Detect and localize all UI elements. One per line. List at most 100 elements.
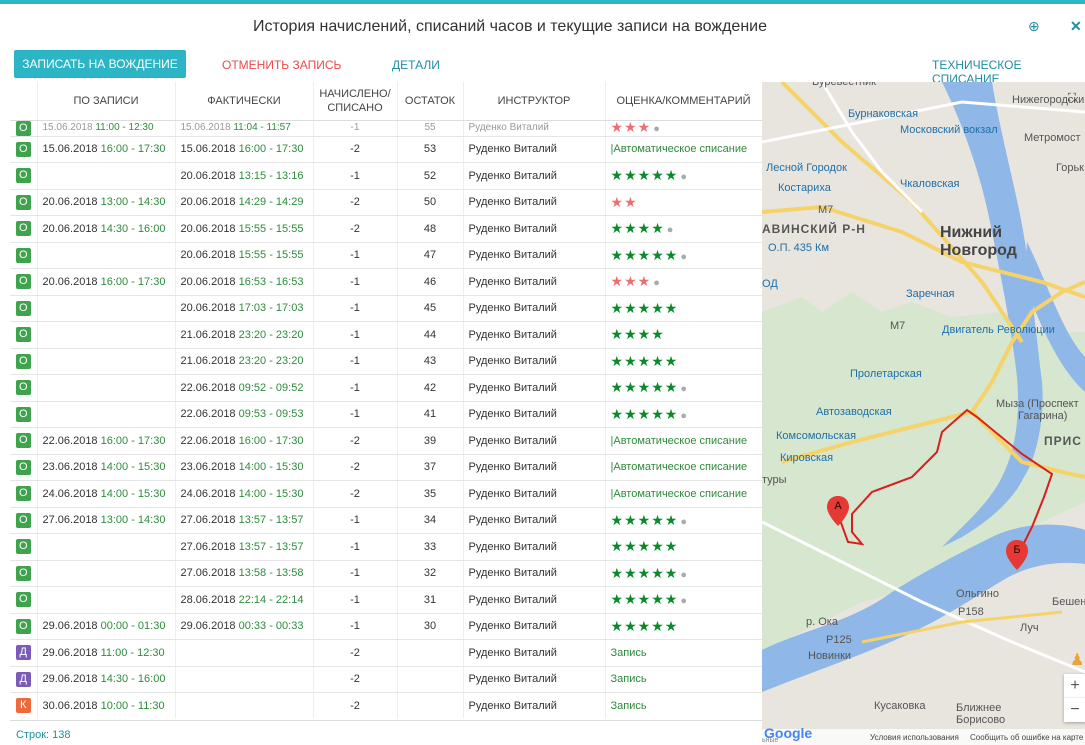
route-map[interactable]: Буревестник Нижегородский Бурнаковская Моск…	[762, 82, 1085, 745]
table-row[interactable]: О 20.06.2018 13:00 - 14:30 20.06.2018 14:2…	[10, 189, 762, 216]
zoom-out-button[interactable]: −	[1064, 698, 1085, 722]
table-row[interactable]: О 29.06.2018 00:00 - 01:30 29.06.2018 00:3…	[10, 613, 762, 640]
rating-comment-cell[interactable]: ★★★★★ ●	[605, 507, 762, 534]
history-table-container[interactable]: ПО ЗАПИСИ ФАКТИЧЕСКИ НАЧИСЛЕНО/ СПИСАНО ОСТ…	[10, 82, 762, 718]
time-range: 16:00 - 17:30	[100, 143, 166, 156]
status-cell: О	[10, 268, 38, 296]
rating-comment-cell[interactable]: |Автоматическое списание	[605, 136, 762, 163]
table-row[interactable]: О 28.06.2018 22:14 - 22:14 -1 31 Руденко Ви…	[10, 586, 762, 614]
comment-bubble-icon[interactable]: ●	[667, 224, 674, 236]
table-row[interactable]: К 30.06.2018 10:00 - 11:30 -2 Руденко Вита…	[10, 692, 762, 718]
instructor-cell: Руденко Виталий	[463, 427, 606, 455]
table-row[interactable]: О 15.06.2018 16:00 - 17:30 15.06.2018 16:0…	[10, 136, 762, 163]
rating-comment-cell[interactable]: ★★★★★	[605, 613, 762, 640]
actual-cell: 20.06.2018 17:03 - 17:03	[175, 295, 314, 322]
comment-bubble-icon[interactable]: ●	[680, 171, 687, 183]
table-row[interactable]: О 27.06.2018 13:57 - 13:57 -1 33 Руденко Ви…	[10, 533, 762, 561]
star-icon: ★	[651, 299, 665, 316]
rating-comment-cell[interactable]: |Автоматическое списание	[605, 427, 762, 455]
marker-b-icon[interactable]: Б	[1006, 540, 1028, 570]
rating-comment-cell[interactable]: ★★★ ●	[605, 268, 762, 296]
rating-comment-cell[interactable]: Запись	[605, 692, 762, 718]
date-text: 21.06.2018	[180, 355, 236, 368]
table-row[interactable]: Д 29.06.2018 11:00 - 12:30 -2 Руденко Вита…	[10, 639, 762, 667]
balance-cell: 46	[397, 268, 464, 296]
rating-comment-cell[interactable]: ★★★★★ ●	[605, 401, 762, 428]
table-row[interactable]: О 21.06.2018 23:20 - 23:20 -1 44 Руденко Ви…	[10, 321, 762, 349]
table-row[interactable]: О 21.06.2018 23:20 - 23:20 -1 43 Руденко Ви…	[10, 348, 762, 375]
rating-comment-cell[interactable]: ★★★★★ ●	[605, 560, 762, 587]
map-type-label[interactable]: ьные	[762, 737, 778, 744]
comment-bubble-icon[interactable]: ●	[680, 569, 687, 581]
rating-comment-cell[interactable]: ★★★★★ ●	[605, 242, 762, 269]
table-row[interactable]: О 20.06.2018 14:30 - 16:00 20.06.2018 15:5…	[10, 215, 762, 243]
rating-comment-cell[interactable]: |Автоматическое списание	[605, 454, 762, 481]
rating-comment-cell[interactable]: ★★★★★	[605, 533, 762, 561]
actual-cell: 20.06.2018 16:53 - 16:53	[175, 268, 314, 296]
table-row[interactable]: О 20.06.2018 15:55 - 15:55 -1 47 Руденко Ви…	[10, 242, 762, 269]
balance-cell: 42	[397, 374, 464, 402]
download-icon[interactable]: ⊕	[1028, 18, 1040, 35]
rating-comment-cell[interactable]: Запись	[605, 666, 762, 693]
map-label: Гагарина)	[1018, 410, 1068, 422]
rating-comment-cell[interactable]: ★★	[605, 189, 762, 216]
comment-bubble-icon[interactable]: ●	[680, 410, 687, 422]
comment-bubble-icon[interactable]: ●	[680, 516, 687, 528]
comment-bubble-icon[interactable]: ●	[653, 123, 660, 135]
column-header[interactable]: ПО ЗАПИСИ	[37, 82, 176, 121]
pegman-icon[interactable]: ♟	[1070, 650, 1084, 670]
zoom-in-button[interactable]: +	[1064, 674, 1085, 698]
comment-bubble-icon[interactable]: ●	[680, 595, 687, 607]
rating-comment-cell[interactable]: ★★★★★ ●	[605, 374, 762, 402]
fullscreen-icon[interactable]: ⛶	[1068, 92, 1076, 105]
rating-comment-cell[interactable]: ★★★★★	[605, 295, 762, 322]
column-header[interactable]: НАЧИСЛЕНО/ СПИСАНО	[313, 82, 398, 121]
column-header[interactable]: ОЦЕНКА/КОММЕНТАРИЙ	[605, 82, 762, 121]
report-error-link[interactable]: Сообщить об ошибке на карте	[970, 733, 1083, 742]
table-row[interactable]: О 27.06.2018 13:58 - 13:58 -1 32 Руденко Ви…	[10, 560, 762, 587]
details-link[interactable]: ДЕТАЛИ	[392, 58, 440, 72]
actual-cell: 22.06.2018 16:00 - 17:30	[175, 427, 314, 455]
column-header[interactable]: ИНСТРУКТОР	[463, 82, 606, 121]
time-range: 13:58 - 13:58	[238, 567, 304, 580]
status-badge: О	[15, 486, 31, 502]
rating-comment-cell[interactable]: ★★★ ●	[605, 120, 762, 137]
table-row[interactable]: О 20.06.2018 17:03 - 17:03 -1 45 Руденко Ви…	[10, 295, 762, 322]
table-row[interactable]: О 22.06.2018 09:52 - 09:52 -1 42 Руденко Ви…	[10, 374, 762, 402]
comment-bubble-icon[interactable]: ●	[680, 251, 687, 263]
table-row[interactable]: О 22.06.2018 09:53 - 09:53 -1 41 Руденко Ви…	[10, 401, 762, 428]
table-row[interactable]: О 20.06.2018 13:15 - 13:16 -1 52 Руденко Ви…	[10, 162, 762, 190]
table-row[interactable]: О 24.06.2018 14:00 - 15:30 24.06.2018 14:0…	[10, 480, 762, 508]
rating-comment-cell[interactable]: ★★★★★ ●	[605, 586, 762, 614]
table-row[interactable]: О 20.06.2018 16:00 - 17:30 20.06.2018 16:5…	[10, 268, 762, 296]
comment-bubble-icon[interactable]: ●	[653, 277, 660, 289]
status-badge: О	[15, 406, 31, 422]
column-header[interactable]: ФАКТИЧЕСКИ	[175, 82, 314, 121]
marker-a-icon[interactable]: А	[827, 496, 849, 526]
rating-comment-cell[interactable]: Запись	[605, 639, 762, 667]
table-row[interactable]: О 27.06.2018 13:00 - 14:30 27.06.2018 13:5…	[10, 507, 762, 534]
star-icon: ★	[664, 617, 679, 634]
rating-comment-cell[interactable]: ★★★★ ●	[605, 215, 762, 243]
table-row[interactable]: О 15.06.2018 11:00 - 12:30 15.06.2018 11:0…	[10, 120, 762, 137]
date-text: 29.06.2018	[42, 673, 98, 686]
map-label: р. Ока	[806, 616, 838, 628]
table-row[interactable]: Д 29.06.2018 14:30 - 16:00 -2 Руденко Вита…	[10, 666, 762, 693]
column-header[interactable]: ОСТАТОК	[397, 82, 464, 121]
rating-comment-cell[interactable]: ★★★★	[605, 321, 762, 349]
comment-bubble-icon[interactable]: ●	[680, 383, 687, 395]
rating-comment-cell[interactable]: ★★★★★	[605, 348, 762, 375]
close-icon[interactable]: ✕	[1070, 18, 1082, 35]
book-driving-button[interactable]: ЗАПИСАТЬ НА ВОЖДЕНИЕ	[14, 50, 186, 78]
rating-comment-cell[interactable]: ★★★★★ ●	[605, 162, 762, 190]
status-badge: О	[15, 565, 31, 581]
terms-link[interactable]: Условия использования	[870, 733, 959, 742]
star-icon: ★	[651, 538, 665, 555]
rating-comment-cell[interactable]: |Автоматическое списание	[605, 480, 762, 508]
balance-cell: 41	[397, 401, 464, 428]
column-header[interactable]	[10, 82, 38, 121]
cancel-booking-link[interactable]: ОТМЕНИТЬ ЗАПИСЬ	[222, 58, 341, 72]
table-row[interactable]: О 23.06.2018 14:00 - 15:30 23.06.2018 14:0…	[10, 454, 762, 481]
table-body: О 15.06.2018 11:00 - 12:30 15.06.2018 11:0…	[10, 120, 762, 718]
table-row[interactable]: О 22.06.2018 16:00 - 17:30 22.06.2018 16:0…	[10, 427, 762, 455]
